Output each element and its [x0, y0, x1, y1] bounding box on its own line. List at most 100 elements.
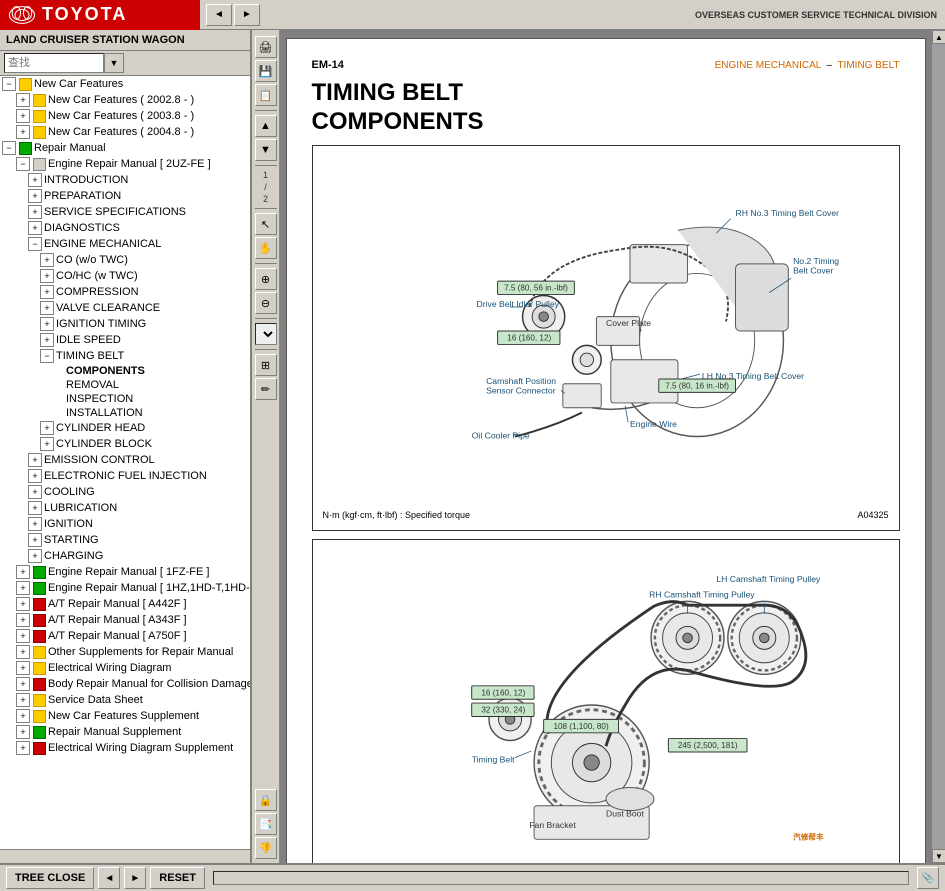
- tree-item-at-a750f[interactable]: + A/T Repair Manual [ A750F ]: [0, 628, 250, 644]
- tree-item-ew-supplement[interactable]: + Electrical Wiring Diagram Supplement: [0, 740, 250, 756]
- expander-introduction[interactable]: +: [28, 173, 42, 187]
- bookmark-icon[interactable]: 📑: [255, 813, 277, 835]
- tree-item-co-no-twc[interactable]: + CO (w/o TWC): [0, 252, 250, 268]
- expander-at-a442f[interactable]: +: [16, 597, 30, 611]
- tree-item-valve-clearance[interactable]: + VALVE CLEARANCE: [0, 300, 250, 316]
- bottom-hscroll[interactable]: [213, 871, 909, 885]
- nav-prev-button[interactable]: ◄: [206, 4, 232, 26]
- expander-ncf-2002[interactable]: +: [16, 93, 30, 107]
- tree-item-co-twc[interactable]: + CO/HC (w TWC): [0, 268, 250, 284]
- expander-electrical-wiring[interactable]: +: [16, 661, 30, 675]
- tree-item-lubrication[interactable]: + LUBRICATION: [0, 500, 250, 516]
- expander-ncf-supplement[interactable]: +: [16, 709, 30, 723]
- expander-at-a750f[interactable]: +: [16, 629, 30, 643]
- tree-item-engine-1fz[interactable]: + Engine Repair Manual [ 1FZ-FE ]: [0, 564, 250, 580]
- expander-service-spec[interactable]: +: [28, 205, 42, 219]
- tree-item-charging[interactable]: + CHARGING: [0, 548, 250, 564]
- tree-item-tb-installation[interactable]: INSTALLATION: [0, 406, 250, 420]
- expander-repair-manual[interactable]: −: [2, 141, 16, 155]
- thumbsdown-icon[interactable]: 👎: [255, 837, 277, 859]
- tree-item-efi[interactable]: + ELECTRONIC FUEL INJECTION: [0, 468, 250, 484]
- copy-button[interactable]: 📋: [255, 84, 277, 106]
- scroll-down-button[interactable]: ▼: [932, 849, 945, 863]
- search-dropdown-button[interactable]: ▼: [104, 53, 124, 73]
- hand-tool-button[interactable]: ✋: [255, 237, 277, 259]
- tree-item-introduction[interactable]: + INTRODUCTION: [0, 172, 250, 188]
- tree-item-service-spec[interactable]: + SERVICE SPECIFICATIONS: [0, 204, 250, 220]
- expander-emission-control[interactable]: +: [28, 453, 42, 467]
- zoom-out-button[interactable]: ⊖: [255, 292, 277, 314]
- tree-item-tb-removal[interactable]: REMOVAL: [0, 378, 250, 392]
- tree-item-diagnostics[interactable]: + DIAGNOSTICS: [0, 220, 250, 236]
- paperclip-button[interactable]: 📎: [917, 867, 939, 889]
- search-input[interactable]: [4, 53, 104, 73]
- tree-item-body-repair[interactable]: + Body Repair Manual for Collision Damag…: [0, 676, 250, 692]
- tree-item-repair-manual-supp[interactable]: + Repair Manual Supplement: [0, 724, 250, 740]
- expander-compression[interactable]: +: [40, 285, 54, 299]
- bottom-nav-prev[interactable]: ◄: [98, 867, 120, 889]
- expander-cooling[interactable]: +: [28, 485, 42, 499]
- tree-item-new-car-features[interactable]: − New Car Features: [0, 76, 250, 92]
- tree-item-emission-control[interactable]: + EMISSION CONTROL: [0, 452, 250, 468]
- tree-item-at-a343f[interactable]: + A/T Repair Manual [ A343F ]: [0, 612, 250, 628]
- cursor-tool-button[interactable]: ↖: [255, 213, 277, 235]
- bottom-nav-next[interactable]: ►: [124, 867, 146, 889]
- expander-ncf-2004[interactable]: +: [16, 125, 30, 139]
- tree-item-electrical-wiring[interactable]: + Electrical Wiring Diagram: [0, 660, 250, 676]
- nav-down-button[interactable]: ▼: [255, 139, 277, 161]
- tree-item-idle-speed[interactable]: + IDLE SPEED: [0, 332, 250, 348]
- tree-item-repair-manual[interactable]: − Repair Manual: [0, 140, 250, 156]
- expander-engine-1fz[interactable]: +: [16, 565, 30, 579]
- expander-ew-supplement[interactable]: +: [16, 741, 30, 755]
- tree-item-ncf-2002[interactable]: + New Car Features ( 2002.8 - ): [0, 92, 250, 108]
- expander-co-twc[interactable]: +: [40, 269, 54, 283]
- expander-cylinder-head[interactable]: +: [40, 421, 54, 435]
- expander-timing-belt[interactable]: −: [40, 349, 54, 363]
- tree-item-cylinder-head[interactable]: + CYLINDER HEAD: [0, 420, 250, 436]
- reset-button[interactable]: RESET: [150, 867, 205, 889]
- tree-content[interactable]: − New Car Features + New Car Features ( …: [0, 76, 250, 849]
- tree-item-engine-2uz[interactable]: − Engine Repair Manual [ 2UZ-FE ]: [0, 156, 250, 172]
- tree-item-tb-components[interactable]: COMPONENTS: [0, 364, 250, 378]
- expander-preparation[interactable]: +: [28, 189, 42, 203]
- tree-item-starting[interactable]: + STARTING: [0, 532, 250, 548]
- tree-item-compression[interactable]: + COMPRESSION: [0, 284, 250, 300]
- tree-item-ignition-timing[interactable]: + IGNITION TIMING: [0, 316, 250, 332]
- pdf-view[interactable]: EM-14 ENGINE MECHANICAL – TIMING BELT TI…: [280, 30, 931, 863]
- expander-starting[interactable]: +: [28, 533, 42, 547]
- expander-co-no-twc[interactable]: +: [40, 253, 54, 267]
- expander-repair-manual-supp[interactable]: +: [16, 725, 30, 739]
- tree-item-cooling[interactable]: + COOLING: [0, 484, 250, 500]
- expander-ignition-timing[interactable]: +: [40, 317, 54, 331]
- expander-lubrication[interactable]: +: [28, 501, 42, 515]
- tree-item-cylinder-block[interactable]: + CYLINDER BLOCK: [0, 436, 250, 452]
- expander-other-supplements[interactable]: +: [16, 645, 30, 659]
- expander-engine-2uz[interactable]: −: [16, 157, 30, 171]
- tree-item-timing-belt[interactable]: − TIMING BELT: [0, 348, 250, 364]
- lock-icon[interactable]: 🔒: [255, 789, 277, 811]
- nav-up-button[interactable]: ▲: [255, 115, 277, 137]
- expander-idle-speed[interactable]: +: [40, 333, 54, 347]
- tree-item-engine-mechanical[interactable]: − ENGINE MECHANICAL: [0, 236, 250, 252]
- tree-item-ignition[interactable]: + IGNITION: [0, 516, 250, 532]
- tree-item-preparation[interactable]: + PREPARATION: [0, 188, 250, 204]
- expander-ignition[interactable]: +: [28, 517, 42, 531]
- expander-engine-1hz[interactable]: +: [16, 581, 30, 595]
- expander-charging[interactable]: +: [28, 549, 42, 563]
- expander-cylinder-block[interactable]: +: [40, 437, 54, 451]
- expander-new-car-features[interactable]: −: [2, 77, 16, 91]
- save-button[interactable]: 💾: [255, 60, 277, 82]
- expander-ncf-2003[interactable]: +: [16, 109, 30, 123]
- highlight-button[interactable]: ✏: [255, 378, 277, 400]
- tree-item-ncf-supplement[interactable]: + New Car Features Supplement: [0, 708, 250, 724]
- tree-close-button[interactable]: TREE CLOSE: [6, 867, 94, 889]
- zoom-in-button[interactable]: ⊕: [255, 268, 277, 290]
- fit-button[interactable]: ⊞: [255, 354, 277, 376]
- expander-at-a343f[interactable]: +: [16, 613, 30, 627]
- print-button[interactable]: 🖨: [255, 36, 277, 58]
- tree-item-ncf-2003[interactable]: + New Car Features ( 2003.8 - ): [0, 108, 250, 124]
- tree-item-at-a442f[interactable]: + A/T Repair Manual [ A442F ]: [0, 596, 250, 612]
- tree-item-ncf-2004[interactable]: + New Car Features ( 2004.8 - ): [0, 124, 250, 140]
- tree-item-engine-1hz[interactable]: + Engine Repair Manual [ 1HZ,1HD-T,1HD-F: [0, 580, 250, 596]
- tree-item-other-supplements[interactable]: + Other Supplements for Repair Manual: [0, 644, 250, 660]
